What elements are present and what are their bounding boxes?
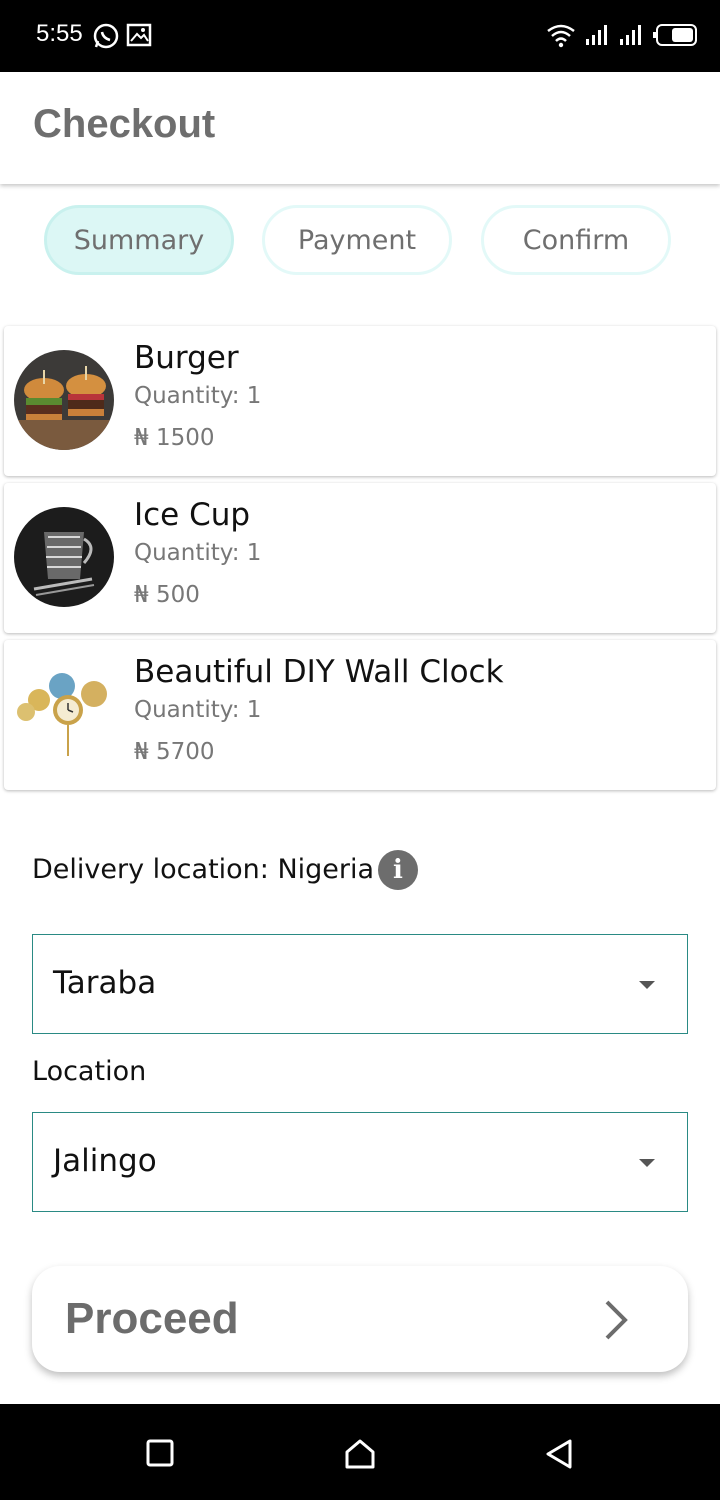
whatsapp-icon — [92, 22, 120, 54]
quantity-label: Quantity: — [134, 383, 240, 409]
recent-apps-icon[interactable] — [146, 1438, 174, 1472]
item-price: ₦ 5700 — [134, 739, 215, 765]
quantity-label: Quantity: — [134, 697, 240, 723]
item-name: Ice Cup — [134, 497, 251, 533]
item-quantity: Quantity: 1 — [134, 540, 261, 566]
dropdown-arrow-icon — [639, 1159, 655, 1167]
status-time: 5:55 — [36, 20, 83, 47]
proceed-label: Proceed — [65, 1294, 239, 1343]
item-quantity: Quantity: 1 — [134, 697, 261, 723]
proceed-button[interactable]: Proceed — [32, 1266, 688, 1372]
delivery-location-label: Delivery location: Nigeria — [32, 854, 375, 885]
location-label: Location — [32, 1056, 147, 1087]
price-value: 5700 — [155, 739, 215, 765]
currency-symbol: ₦ — [134, 582, 149, 608]
tab-summary[interactable]: Summary — [44, 205, 234, 275]
quantity-value: 1 — [246, 697, 262, 723]
wifi-icon — [546, 22, 576, 52]
price-value: 500 — [155, 582, 200, 608]
home-icon[interactable] — [344, 1438, 376, 1474]
info-icon[interactable]: i — [378, 850, 418, 890]
battery-icon — [652, 23, 698, 51]
item-quantity: Quantity: 1 — [134, 383, 261, 409]
quantity-value: 1 — [246, 383, 262, 409]
system-nav-bar — [0, 1404, 720, 1500]
cart-item-ice-cup[interactable]: Ice Cup Quantity: 1 ₦ 500 — [4, 483, 716, 633]
status-bar: 5:55 — [0, 0, 720, 72]
ice-cup-thumbnail — [14, 507, 114, 607]
signal-icon — [584, 23, 610, 51]
cart-item-wall-clock[interactable]: Beautiful DIY Wall Clock Quantity: 1 ₦ 5… — [4, 640, 716, 790]
city-select-value: Jalingo — [53, 1143, 157, 1179]
state-select[interactable]: Taraba — [32, 934, 688, 1034]
tab-label: Confirm — [522, 224, 630, 256]
item-name: Beautiful DIY Wall Clock — [134, 654, 504, 690]
cart-item-burger[interactable]: Burger Quantity: 1 ₦ 1500 — [4, 326, 716, 476]
state-select-value: Taraba — [53, 965, 157, 1001]
quantity-value: 1 — [246, 540, 262, 566]
tab-payment[interactable]: Payment — [262, 205, 452, 275]
tab-confirm[interactable]: Confirm — [481, 205, 671, 275]
quantity-label: Quantity: — [134, 540, 240, 566]
dropdown-arrow-icon — [639, 981, 655, 989]
item-name: Burger — [134, 340, 239, 376]
item-price: ₦ 500 — [134, 582, 200, 608]
item-price: ₦ 1500 — [134, 425, 215, 451]
price-value: 1500 — [155, 425, 215, 451]
currency-symbol: ₦ — [134, 739, 149, 765]
currency-symbol: ₦ — [134, 425, 149, 451]
burger-thumbnail — [14, 350, 114, 450]
tab-label: Payment — [297, 224, 417, 256]
back-icon[interactable] — [544, 1438, 574, 1474]
chevron-right-icon — [602, 1298, 630, 1346]
page-title: Checkout — [33, 102, 216, 146]
tab-label: Summary — [73, 224, 205, 256]
city-select[interactable]: Jalingo — [32, 1112, 688, 1212]
wall-clock-thumbnail — [14, 664, 114, 764]
image-icon — [126, 22, 152, 54]
app-bar: Checkout — [0, 72, 720, 184]
signal-icon — [618, 23, 644, 51]
